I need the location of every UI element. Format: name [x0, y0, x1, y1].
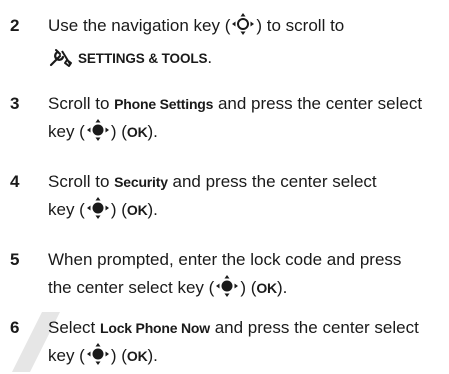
menu-name-security: Security [114, 174, 168, 190]
step-text: Scroll to Phone Settings and press the c… [48, 90, 443, 150]
menu-name-lock-phone-now: Lock Phone Now [99, 320, 210, 336]
step-line-1: Use the navigation key ( ) to scroll to [48, 12, 443, 44]
step-number: 4 [10, 172, 20, 191]
text-fragment: key ( [48, 200, 85, 219]
step-number: 5 [10, 250, 20, 269]
step-number: 6 [10, 318, 20, 337]
center-select-icon [86, 197, 110, 228]
text-fragment: Scroll to [48, 172, 115, 191]
menu-name-phone-settings: Phone Settings [114, 96, 214, 112]
text-fragment: and press the center select [209, 318, 419, 337]
text-fragment: ). [147, 200, 158, 219]
text-fragment: ) ( [110, 200, 127, 219]
settings-tools-icon [48, 47, 74, 78]
nav-key-icon [231, 13, 255, 44]
step-number: 3 [10, 94, 20, 113]
step-number: 2 [10, 16, 20, 35]
text-fragment: Use the navigation key ( [48, 16, 231, 35]
step-line-1: Scroll to Security and press the center … [48, 168, 443, 196]
step-text: Select Lock Phone Now and press the cent… [48, 314, 443, 374]
text-fragment: ) ( [240, 278, 257, 297]
text-fragment: ). [147, 346, 158, 365]
text-fragment: ) ( [110, 122, 127, 141]
step-line-2: SETTINGS & TOOLS. [48, 44, 443, 78]
ok-label: OK [126, 202, 148, 218]
step-line-1: Scroll to Phone Settings and press the c… [48, 90, 443, 118]
text-fragment: and press the center select [167, 172, 377, 191]
step-line-2: key ( ) (OK). [48, 196, 443, 228]
center-select-icon [86, 343, 110, 374]
step-line-1: When prompted, enter the lock code and p… [48, 250, 402, 269]
text-fragment: Scroll to [48, 94, 115, 113]
step-text: Scroll to Security and press the center … [48, 168, 443, 228]
step-text: Use the navigation key ( ) to scroll to … [48, 12, 443, 78]
step-line-2: key ( ) (OK). [48, 342, 443, 374]
text-fragment: the center select key ( [48, 278, 215, 297]
text-fragment: key ( [48, 346, 85, 365]
step-line-2: the center select key ( ) (OK). [48, 274, 443, 306]
step-text: When prompted, enter the lock code and p… [48, 246, 443, 306]
ok-label: OK [126, 124, 148, 140]
ok-label: OK [256, 280, 277, 296]
step-line-1: Select Lock Phone Now and press the cent… [48, 314, 443, 342]
center-select-icon [86, 119, 110, 150]
text-fragment: and press the center select [213, 94, 423, 113]
menu-name-settings-tools: SETTINGS & TOOLS [78, 51, 208, 66]
text-fragment: ). [147, 122, 158, 141]
text-fragment: . [207, 48, 213, 67]
text-fragment: key ( [48, 122, 85, 141]
ok-label: OK [126, 348, 148, 364]
text-fragment: ) to scroll to [256, 16, 345, 35]
text-fragment: ) ( [110, 346, 127, 365]
center-select-icon [215, 275, 239, 306]
text-fragment: Select [48, 318, 100, 337]
step-line-2: key ( ) (OK). [48, 118, 443, 150]
text-fragment: ). [276, 278, 288, 297]
